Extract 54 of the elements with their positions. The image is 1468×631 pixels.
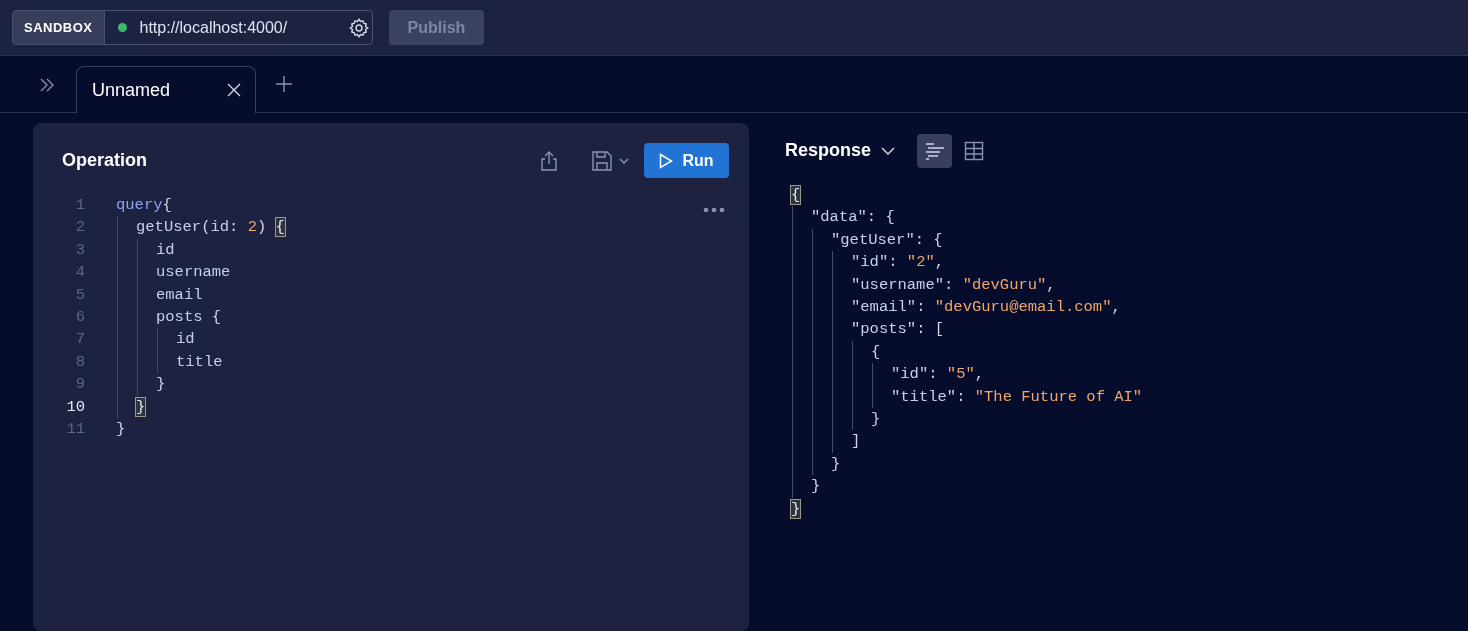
response-line: "email": "devGuru@email.com", [851,297,1121,319]
line-number: 1 [75,195,85,216]
line-number: 11 [66,419,85,441]
endpoint-field[interactable]: SANDBOX http://localhost:4000/ [12,10,373,45]
lines-icon [923,141,946,160]
code-line: id [156,239,175,261]
response-line: "id": "2", [851,252,945,274]
save-icon[interactable] [591,149,613,172]
list-view-button[interactable] [917,133,953,168]
endpoint-url: http://localhost:4000/ [139,17,289,38]
add-tab-icon[interactable] [276,76,292,92]
line-number: 6 [75,307,85,329]
response-line: "id": "5", [891,364,985,386]
code-line: title [176,351,223,373]
response-line: "data": { [811,207,895,229]
play-icon [659,152,674,169]
response-line: { [871,341,881,363]
line-number: 9 [75,374,85,396]
response-line: } [811,476,821,498]
response-line: "title": "The Future of AI" [891,386,1143,408]
response-line: } [871,409,881,431]
code-line: query{ [116,195,172,216]
response-line: "getUser": { [831,229,943,251]
share-icon[interactable] [540,149,558,172]
response-line: } [831,453,841,475]
expand-sidebar-icon[interactable] [38,77,56,93]
table-icon [963,140,984,161]
code-line: } [116,419,126,441]
code-line: email [156,284,203,306]
response-title[interactable]: Response [785,137,872,164]
tab-label: Unnamed [92,78,172,102]
code-line: } [156,374,166,396]
response-line: "posts": [ [851,319,945,341]
code-line: username [156,262,231,284]
line-number: 2 [75,217,85,239]
code-line: posts { [156,307,222,329]
response-line: ] [851,431,861,453]
line-number: 5 [75,284,85,306]
line-number: 4 [75,262,85,284]
line-number: 8 [75,351,85,373]
line-number: 3 [75,239,85,261]
close-icon[interactable] [227,83,241,97]
sandbox-label: SANDBOX [13,11,105,44]
code-line: getUser(id: 2) { [136,217,285,239]
chevron-down-icon[interactable] [881,146,896,155]
settings-icon[interactable] [348,16,370,39]
response-line: "username": "devGuru", [851,274,1056,296]
operation-title: Operation [62,149,147,172]
run-button[interactable]: Run [644,143,729,178]
code-line: id [176,329,195,351]
line-number: 10 [66,396,85,418]
tab[interactable]: Unnamed [76,66,256,113]
line-number: 7 [75,329,85,351]
caret-icon[interactable] [619,157,629,164]
